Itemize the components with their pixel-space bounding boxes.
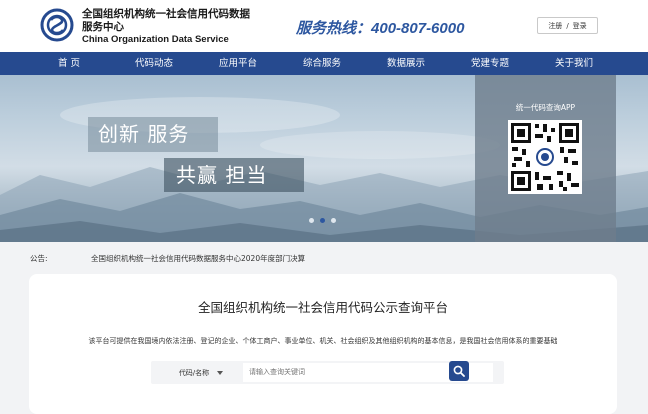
slogan-line2: 共赢 担当 <box>164 158 304 192</box>
nav-item-data-display[interactable]: 数据展示 <box>371 52 441 75</box>
carousel-dot[interactable] <box>331 218 336 223</box>
notice-bar: 公告: 全国组织机构统一社会信用代码数据服务中心2020年度部门决算 <box>0 242 648 274</box>
qr-code[interactable] <box>508 120 582 194</box>
query-card: 全国组织机构统一社会信用代码公示查询平台 该平台可提供在我国境内依法注册、登记的… <box>29 274 617 414</box>
search-type-select[interactable]: 代码/名称 <box>161 361 241 384</box>
search-button[interactable] <box>449 361 469 381</box>
hotline: 服务热线：400-807-6000 <box>296 17 464 38</box>
logo-icon[interactable] <box>40 8 74 42</box>
register-link[interactable]: 注册 <box>548 21 562 31</box>
search-type-value: 代码/名称 <box>178 368 210 377</box>
nav-item-about[interactable]: 关于我们 <box>539 52 609 75</box>
nav-item-party-building[interactable]: 党建专题 <box>455 52 525 75</box>
nav-item-app-platform[interactable]: 应用平台 <box>203 52 273 75</box>
org-name-cn: 全国组织机构统一社会信用代码数据服务中心 <box>82 8 250 33</box>
carousel-dot-active[interactable] <box>320 218 325 223</box>
org-name-en: China Organization Data Service <box>82 34 229 45</box>
site-header: 全国组织机构统一社会信用代码数据服务中心 China Organization … <box>0 0 648 52</box>
search-icon <box>453 365 465 377</box>
nav-item-home[interactable]: 首 页 <box>34 52 104 75</box>
query-title: 全国组织机构统一社会信用代码公示查询平台 <box>197 300 448 315</box>
hotline-label: 服务热线： <box>296 19 372 37</box>
auth-box: 注册 / 登录 <box>537 17 598 34</box>
qr-code-icon <box>511 123 579 191</box>
main-nav: 首 页 代码动态 应用平台 综合服务 数据展示 党建专题 关于我们 <box>0 52 648 75</box>
carousel-dots <box>309 218 336 223</box>
query-description: 该平台可提供在我国境内依法注册、登记的企业、个体工商户、事业单位、机关、社会组织… <box>88 337 558 345</box>
chevron-down-icon <box>217 370 224 375</box>
auth-separator: / <box>566 21 569 30</box>
nav-item-code-news[interactable]: 代码动态 <box>119 52 189 75</box>
qr-label: 统一代码查询APP <box>515 103 576 112</box>
carousel-dot[interactable] <box>309 218 314 223</box>
hotline-number: 400-807-6000 <box>371 20 465 37</box>
login-link[interactable]: 登录 <box>573 21 587 31</box>
nav-item-services[interactable]: 综合服务 <box>287 52 357 75</box>
notice-link[interactable]: 全国组织机构统一社会信用代码数据服务中心2020年度部门决算 <box>91 253 305 264</box>
slogan-line1: 创新 服务 <box>88 117 218 152</box>
notice-label: 公告: <box>30 254 48 263</box>
